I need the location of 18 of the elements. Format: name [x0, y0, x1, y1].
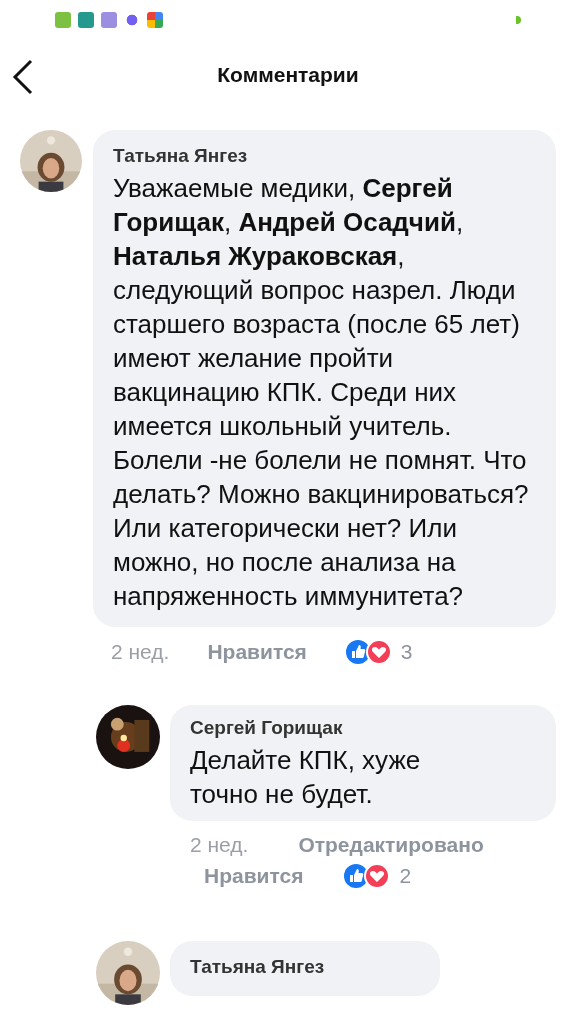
back-icon[interactable] — [12, 59, 34, 95]
author-name[interactable]: Сергей Горищак — [190, 717, 538, 739]
comment-text: Уважаемые медики, Сергей Горищак, Андрей Осадчий, Наталья Жураковская, следующий вопрос назрел. Люди старшего возраста (после 65 лет) имеют желание пройти вакцинацию КПК. Среди них имеется школьный учитель. Болели -не болели не помнят. Что делать? Можно вакцинироваться? Или категорически нет? Или можно, но после анализа на напряженность иммунитета? — [113, 172, 530, 613]
page-title: Комментарии — [217, 63, 359, 87]
reaction-count: 2 — [399, 864, 412, 888]
author-name[interactable]: Татьяна Янгез — [190, 956, 430, 978]
notification-icon — [78, 12, 94, 28]
reaction-icons[interactable] — [344, 639, 393, 665]
battery-icon — [516, 16, 521, 24]
comment-text: Делайте КПК, хуже точно не будет. — [190, 744, 422, 811]
author-name[interactable]: Татьяна Янгез — [113, 145, 546, 167]
reaction-count: 3 — [400, 640, 413, 664]
notification-icon — [101, 12, 117, 28]
edited-label: Отредактировано — [298, 833, 484, 857]
notification-icon — [147, 12, 163, 28]
comment-time: 2 нед. — [111, 640, 170, 664]
notification-icon — [55, 12, 71, 28]
comment-time: 2 нед. — [190, 833, 249, 857]
